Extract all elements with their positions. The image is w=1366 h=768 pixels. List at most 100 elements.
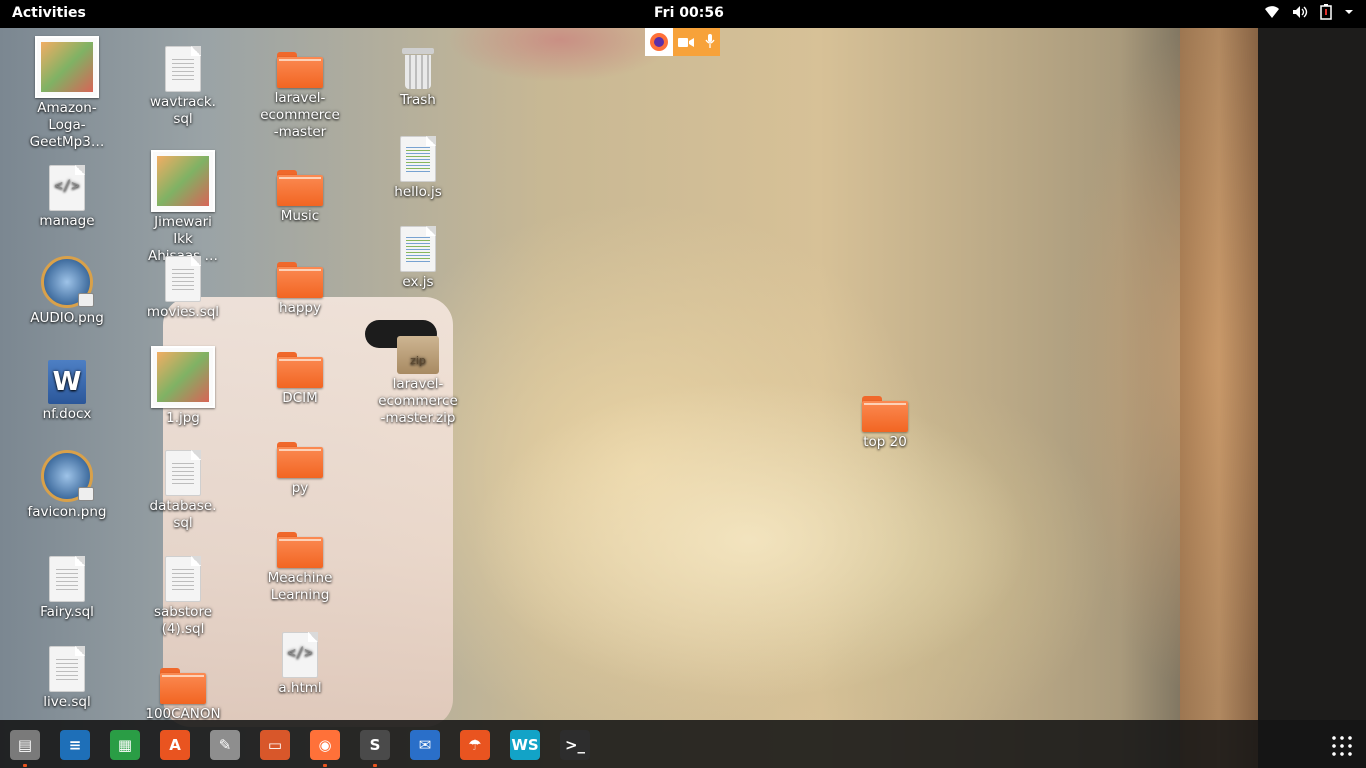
desktop-item[interactable]: Amazon- Loga- GeetMp3… xyxy=(24,36,110,151)
desktop-item[interactable]: live.sql xyxy=(24,646,110,711)
files-icon[interactable]: ▤ xyxy=(10,730,40,760)
folder-icon xyxy=(277,532,323,568)
desktop-item[interactable]: 1.jpg xyxy=(140,346,226,427)
wallpaper-frame xyxy=(1180,28,1258,768)
desktop-item-label: py xyxy=(291,480,309,496)
thunderbird-icon[interactable]: ✉ xyxy=(410,730,440,760)
activities-button[interactable]: Activities xyxy=(12,5,86,21)
desktop-item-label: top 20 xyxy=(863,434,907,450)
desktop-item[interactable]: top 20 xyxy=(842,396,928,451)
folder-icon xyxy=(277,442,323,478)
recording-indicator[interactable] xyxy=(673,28,720,56)
wallpaper-dark-edge xyxy=(1258,28,1366,768)
png-image-icon xyxy=(41,256,94,308)
desktop-item-label: database. sql xyxy=(149,498,217,531)
desktop-item[interactable]: movies.sql xyxy=(140,256,226,321)
zip-archive-icon: zip xyxy=(397,336,439,374)
folder-icon xyxy=(277,262,323,298)
desktop-item-label: Amazon- Loga- GeetMp3… xyxy=(29,100,105,150)
desktop-item[interactable]: ex.js xyxy=(375,226,461,291)
desktop-item[interactable]: hello.js xyxy=(375,136,461,201)
show-applications-icon[interactable] xyxy=(1330,734,1352,756)
desktop-item-label: Trash xyxy=(400,92,436,108)
desktop-item[interactable]: happy xyxy=(257,262,343,317)
code-file-icon: </> xyxy=(282,632,318,678)
desktop-item[interactable]: Music xyxy=(257,170,343,225)
desktop-item-label: wavtrack. sql xyxy=(150,94,216,127)
running-indicator xyxy=(373,764,377,767)
text-file-icon xyxy=(49,646,85,692)
desktop-item[interactable]: favicon.png xyxy=(24,450,110,521)
desktop-item[interactable]: Meachine Learning xyxy=(257,532,343,604)
desktop-item-label: sabstore (4).sql xyxy=(153,604,213,637)
desktop-item-label: manage xyxy=(39,213,95,229)
amazon-image-icon xyxy=(35,36,99,98)
volume-icon xyxy=(1292,5,1308,19)
text-file-icon xyxy=(165,556,201,602)
desktop-item-label: a.html xyxy=(278,680,322,696)
top-bar: Activities Fri 00:56 xyxy=(0,0,1366,28)
webstorm-icon[interactable]: WS xyxy=(510,730,540,760)
desktop-item[interactable]: DCIM xyxy=(257,352,343,407)
desktop-item[interactable]: wavtrack. sql xyxy=(140,46,226,128)
desktop-item-label: happy xyxy=(279,300,321,316)
word-document-icon: W xyxy=(48,360,86,404)
folder-icon xyxy=(277,352,323,388)
desktop-item[interactable]: laravel- ecommerce -master xyxy=(257,52,343,141)
indicator-strip[interactable] xyxy=(645,28,720,56)
text-file-icon xyxy=(165,450,201,496)
sublime-text-icon[interactable]: S xyxy=(360,730,390,760)
camera-icon xyxy=(678,33,695,52)
battery-icon xyxy=(1320,4,1332,20)
desktop-item-label: movies.sql xyxy=(146,304,220,320)
system-tools-icon[interactable]: ✎ xyxy=(210,730,240,760)
desktop-item-label: live.sql xyxy=(43,694,91,710)
dock: ▤ ≡ ▦ A ✎ ▭ ◉ S ✉ ☂ WS >_ xyxy=(0,720,1366,768)
desktop-item[interactable]: Jimewari Ikk Ahisaas … xyxy=(140,150,226,265)
desktop-item-label: AUDIO.png xyxy=(30,310,104,326)
microphone-icon xyxy=(705,33,715,52)
desktop-item[interactable]: Wnf.docx xyxy=(24,360,110,423)
libreoffice-impress-icon[interactable]: ▭ xyxy=(260,730,290,760)
chevron-down-icon xyxy=(1344,8,1354,16)
desktop-item[interactable]: database. sql xyxy=(140,450,226,532)
image-thumbnail-icon xyxy=(151,150,215,212)
wifi-icon xyxy=(1264,5,1280,19)
text-file-icon xyxy=(165,256,201,302)
javascript-file-icon xyxy=(400,226,436,272)
terminal-icon[interactable]: >_ xyxy=(560,730,590,760)
text-file-icon xyxy=(49,556,85,602)
javascript-file-icon xyxy=(400,136,436,182)
desktop-item[interactable]: sabstore (4).sql xyxy=(140,556,226,638)
desktop-item-label: ex.js xyxy=(402,274,434,290)
umbrella-app-icon[interactable]: ☂ xyxy=(460,730,490,760)
libreoffice-calc-icon[interactable]: ▦ xyxy=(110,730,140,760)
desktop-item[interactable]: 100CANON xyxy=(140,668,226,723)
clock[interactable]: Fri 00:56 xyxy=(654,5,724,21)
desktop-item[interactable]: Fairy.sql xyxy=(24,556,110,621)
folder-icon xyxy=(862,396,908,432)
desktop-item[interactable]: Trash xyxy=(375,46,461,109)
firefox-sharing-icon[interactable] xyxy=(645,28,673,56)
system-menu[interactable] xyxy=(1264,4,1354,20)
desktop-item-label: favicon.png xyxy=(27,504,107,520)
desktop-item-label: Music xyxy=(280,208,320,224)
desktop-item[interactable]: AUDIO.png xyxy=(24,256,110,327)
firefox-icon[interactable]: ◉ xyxy=(310,730,340,760)
desktop-item-label: 1.jpg xyxy=(166,410,200,426)
wallpaper-shawl xyxy=(470,380,1030,700)
jpg-image-icon xyxy=(151,346,215,408)
ubuntu-software-icon[interactable]: A xyxy=(160,730,190,760)
desktop-item-label: Meachine Learning xyxy=(267,570,333,603)
folder-icon xyxy=(277,52,323,88)
desktop-item[interactable]: zip laravel- ecommerce -master.zip xyxy=(375,336,461,427)
desktop-item[interactable]: </> a.html xyxy=(257,632,343,697)
running-indicator xyxy=(23,764,27,767)
trash-icon xyxy=(400,46,436,90)
desktop-item-label: nf.docx xyxy=(42,406,92,422)
folder-icon xyxy=(160,668,206,704)
desktop-item[interactable]: py xyxy=(257,442,343,497)
desktop-item[interactable]: </> manage xyxy=(24,165,110,230)
libreoffice-writer-icon[interactable]: ≡ xyxy=(60,730,90,760)
folder-icon xyxy=(277,170,323,206)
